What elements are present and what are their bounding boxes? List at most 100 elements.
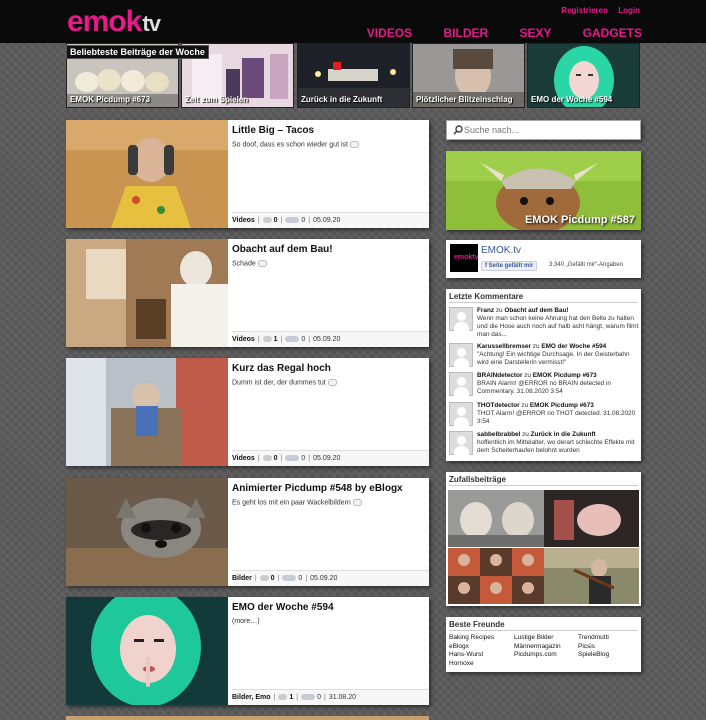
post-thumbnail[interactable] xyxy=(66,597,228,705)
post-excerpt-text: So doof, dass es schon wieder gut ist xyxy=(232,141,348,149)
logo-suffix: tv xyxy=(142,11,161,36)
random-post-thumbnail[interactable] xyxy=(448,548,544,604)
nav-videos[interactable]: VIDEOS xyxy=(367,26,412,40)
site-header: emoktv Registrieren Login VIDEOS BILDER … xyxy=(0,0,706,43)
post-category[interactable]: Videos xyxy=(232,336,255,343)
comment-item: THOTdetector zu EMOK Picdump #673 THOT Al… xyxy=(449,402,637,430)
like-count[interactable]: 0 xyxy=(301,455,305,462)
comment-icon xyxy=(262,455,272,462)
comment-post-link[interactable]: EMOK Picdump #673 xyxy=(533,372,597,379)
post-meta: Bilder | 0 | 0 | 05.09.20 xyxy=(232,570,429,586)
post-category[interactable]: Videos xyxy=(232,217,255,224)
post-date: 05.09.20 xyxy=(313,217,341,224)
post-category[interactable]: Bilder xyxy=(232,575,252,582)
comment-author: BRAINdetector xyxy=(477,372,523,379)
avatar xyxy=(449,307,473,331)
site-logo[interactable]: emoktv xyxy=(67,6,161,40)
friend-link[interactable]: Trendmutti xyxy=(578,634,609,643)
post-meta: Bilder, Emo | 1 | 0 | 31.08.20 xyxy=(232,689,429,705)
post-title[interactable]: Kurz das Regal hoch xyxy=(232,363,331,374)
featured-caption: EMOK Picdump #673 xyxy=(70,95,151,104)
post-thumbnail[interactable] xyxy=(66,478,228,586)
random-posts-box: Zufallsbeiträge xyxy=(446,472,641,606)
post-title[interactable]: Obacht auf dem Bau! xyxy=(232,244,333,255)
friend-link[interactable]: Hornoxe xyxy=(449,660,494,669)
post-date: 05.09.20 xyxy=(313,336,341,343)
like-icon xyxy=(301,694,316,701)
facebook-like-count: 3.340 „Gefällt mir“-Angaben xyxy=(549,262,624,268)
like-icon xyxy=(282,575,297,582)
like-count[interactable]: 0 xyxy=(301,336,305,343)
comment-count[interactable]: 0 xyxy=(274,217,278,224)
friend-link[interactable]: Männermagazin xyxy=(514,643,561,652)
comment-count[interactable]: 0 xyxy=(274,455,278,462)
friend-link[interactable]: Picsis xyxy=(578,643,609,652)
post-meta: Videos | 1 | 0 | 05.09.20 xyxy=(232,331,429,347)
friend-link[interactable]: Hans-Wurst xyxy=(449,651,494,660)
featured-item[interactable]: Zurück in die Zukunft xyxy=(297,43,410,108)
featured-title: Beliebteste Beiträge der Woche xyxy=(66,45,209,59)
comment-author: Karussellbremser xyxy=(477,343,531,350)
search-box[interactable]: Suche nach... xyxy=(446,120,641,140)
comment-post-link[interactable]: EMO der Woche #594 xyxy=(541,343,606,350)
post-card: Animierter Picdump #548 by eBlogx Es geh… xyxy=(66,478,429,586)
comment-count[interactable]: 0 xyxy=(271,575,275,582)
post-excerpt-text: Es geht los mit ein paar Wackelbildern xyxy=(232,499,351,507)
facebook-widget: emoktv EMOK.tv f Seite gefällt mir 3.340… xyxy=(446,240,641,278)
search-input[interactable]: Suche nach... xyxy=(464,125,519,135)
facebook-like-button[interactable]: f Seite gefällt mir xyxy=(481,261,538,271)
post-title[interactable]: EMO der Woche #594 xyxy=(232,602,334,613)
featured-item[interactable]: Plötzlicher Blitzeinschlag xyxy=(412,43,525,108)
like-icon xyxy=(285,336,300,343)
comment-post-link[interactable]: EMOK Picdump #673 xyxy=(530,402,594,409)
login-link[interactable]: Login xyxy=(618,6,640,15)
like-count[interactable]: 0 xyxy=(301,217,305,224)
post-excerpt: Es geht los mit ein paar Wackelbildern xyxy=(232,499,362,506)
post-thumbnail[interactable] xyxy=(66,120,228,228)
promo-banner[interactable]: EMOK Picdump #587 xyxy=(446,151,641,230)
promo-caption: EMOK Picdump #587 xyxy=(524,214,635,226)
post-category[interactable]: Videos xyxy=(232,455,255,462)
facebook-page-avatar[interactable]: emoktv xyxy=(450,244,479,272)
nav-bilder[interactable]: BILDER xyxy=(443,26,488,40)
random-post-thumbnail[interactable] xyxy=(448,490,544,547)
friend-link[interactable]: Picdumps.com xyxy=(514,651,561,660)
comment-text: BRAIN Alarm! @ERROR no BRAIN detected in… xyxy=(477,380,611,395)
friend-link[interactable]: SpieleBlog xyxy=(578,651,609,660)
main-nav: VIDEOS BILDER SEXY GADGETS xyxy=(339,26,642,40)
comment-item: sabbelbrabbel zu Zurück in die Zukunft ho… xyxy=(449,431,637,459)
post-excerpt: Schade xyxy=(232,260,267,267)
comment-post-link[interactable]: Zurück in die Zukunft xyxy=(531,431,596,438)
facebook-page-name[interactable]: EMOK.tv xyxy=(481,245,521,256)
post-title[interactable]: Little Big – Tacos xyxy=(232,125,314,136)
random-posts-title: Zufallsbeiträge xyxy=(449,475,506,484)
post-thumbnail[interactable] xyxy=(66,358,228,466)
post-title[interactable]: Animierter Picdump #548 by eBlogx xyxy=(232,483,403,494)
comment-count[interactable]: 1 xyxy=(289,694,293,701)
comment-icon xyxy=(262,217,272,224)
like-count[interactable]: 0 xyxy=(298,575,302,582)
register-link[interactable]: Registrieren xyxy=(561,6,608,15)
like-count[interactable]: 0 xyxy=(317,694,321,701)
friend-link[interactable]: Lustige Bilder xyxy=(514,634,561,643)
featured-caption: Plötzlicher Blitzeinschlag xyxy=(416,95,513,104)
nav-sexy[interactable]: SEXY xyxy=(520,26,552,40)
featured-item[interactable]: EMO der Woche #594 xyxy=(527,43,640,108)
friend-link[interactable]: Baking Recipes xyxy=(449,634,494,643)
account-links: Registrieren Login xyxy=(553,6,640,15)
post-meta: Videos | 0 | 0 | 05.09.20 xyxy=(232,450,429,466)
post-card: EMO der Woche #594 (more…) Bilder, Emo | 1… xyxy=(66,597,429,705)
random-post-thumbnail[interactable] xyxy=(544,548,639,604)
friend-link[interactable]: eBlogx xyxy=(449,643,494,652)
post-thumbnail[interactable] xyxy=(66,239,228,347)
comment-count[interactable]: 1 xyxy=(274,336,278,343)
avatar xyxy=(449,343,473,367)
nav-gadgets[interactable]: GADGETS xyxy=(583,26,642,40)
post-date: 05.09.20 xyxy=(313,455,341,462)
post-category[interactable]: Bilder, Emo xyxy=(232,694,271,701)
comment-icon xyxy=(262,336,272,343)
random-post-thumbnail[interactable] xyxy=(544,490,639,547)
comment-post-link[interactable]: Obacht auf dem Bau! xyxy=(504,307,568,314)
friends-column: Lustige Bilder Männermagazin Picdumps.co… xyxy=(514,634,561,660)
post-more-link[interactable]: (more…) xyxy=(232,618,260,625)
